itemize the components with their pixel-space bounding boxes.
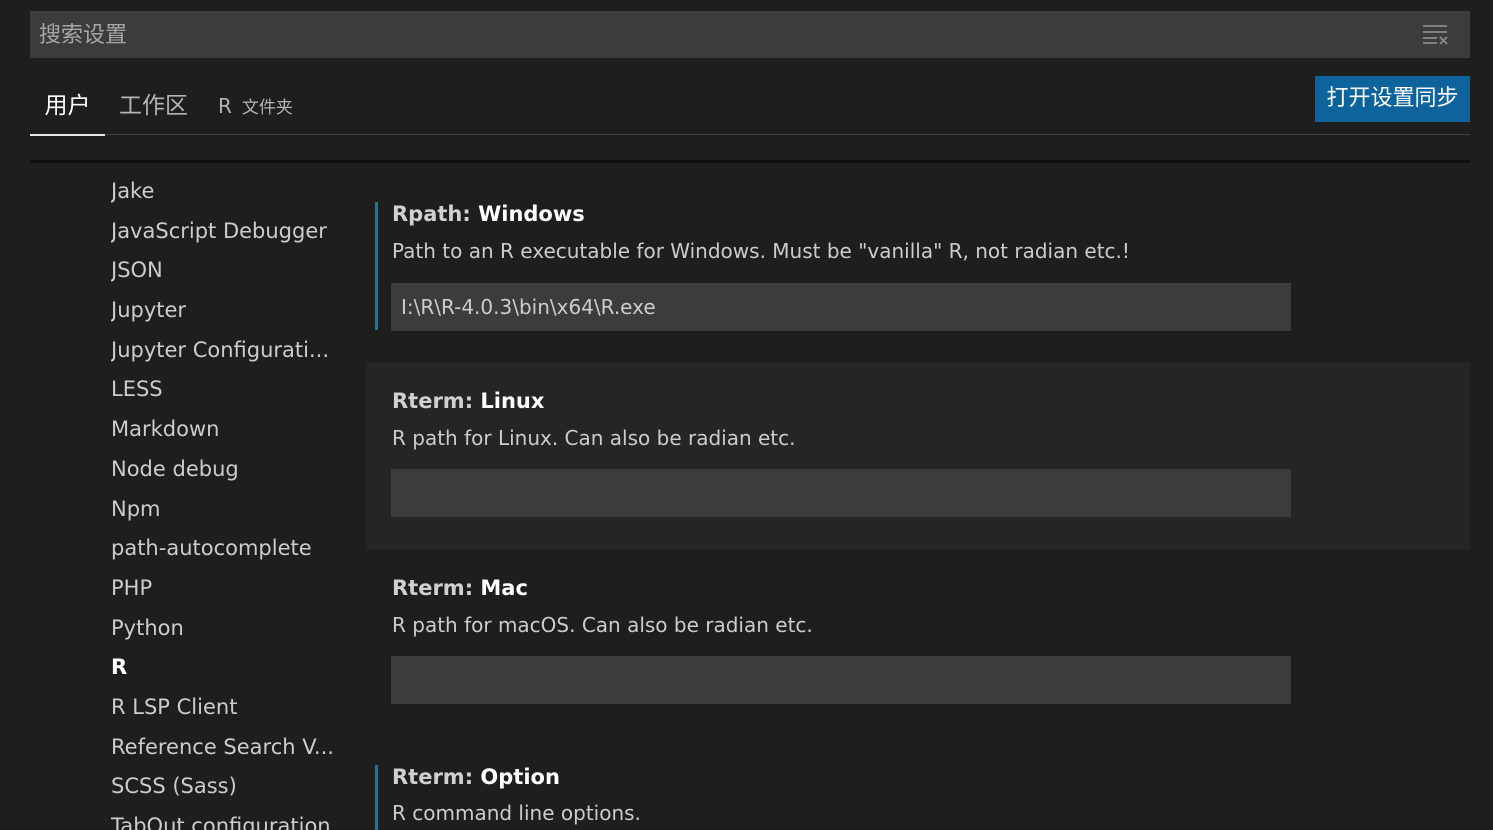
toc-item[interactable]: Npm xyxy=(111,490,351,530)
toc-item[interactable]: JSON xyxy=(111,251,351,291)
tab-workspace[interactable]: 工作区 xyxy=(119,88,188,134)
setting-label: Mac xyxy=(480,576,528,600)
setting-description: R path for Linux. Can also be radian etc… xyxy=(392,426,796,450)
settings-scope-tabs: 用户 工作区 R 文件夹 打开设置同步 xyxy=(30,76,1470,136)
settings-editor: 用户 工作区 R 文件夹 打开设置同步 JakeJavaScript Debugg… xyxy=(0,0,1493,830)
setting-title: Rterm: Mac xyxy=(392,576,528,600)
toc-item[interactable]: Jake xyxy=(111,172,351,212)
setting-title: Rterm: Linux xyxy=(392,389,544,413)
toc-item[interactable]: TabOut configuration xyxy=(111,807,351,830)
tab-folder-label: 文件夹 xyxy=(241,98,293,118)
setting-description: R path for macOS. Can also be radian etc… xyxy=(392,613,813,637)
rterm-linux-input[interactable] xyxy=(391,469,1291,517)
rterm-mac-input[interactable] xyxy=(391,656,1291,704)
setting-description: Path to an R executable for Windows. Mus… xyxy=(392,239,1130,263)
setting-title: Rpath: Windows xyxy=(392,202,585,226)
setting-rterm-linux: Rterm: Linux R path for Linux. Can also … xyxy=(366,362,1470,550)
setting-label: Option xyxy=(480,765,560,789)
setting-title: Rterm: Option xyxy=(392,765,560,789)
setting-rterm-option: Rterm: Option R command line options. xyxy=(366,765,1470,830)
toc-item[interactable]: path-autocomplete xyxy=(111,529,351,569)
settings-toc: Jake JavaScript Debugger JSON Jupyter Jupyte… xyxy=(111,172,351,830)
toc-item[interactable]: Jupyter xyxy=(111,291,351,331)
rpath-windows-input[interactable] xyxy=(391,283,1291,331)
search-settings-input[interactable] xyxy=(30,11,1421,60)
search-bar xyxy=(30,11,1470,60)
setting-description: R command line options. xyxy=(392,801,641,825)
tab-folder-name: R xyxy=(218,94,232,118)
toc-item[interactable]: PHP xyxy=(111,569,351,609)
setting-category: Rterm: xyxy=(392,765,481,789)
tab-user[interactable]: 用户 xyxy=(30,88,105,136)
toc-item[interactable]: Node debug xyxy=(111,450,351,490)
header-divider xyxy=(30,160,1470,163)
tab-folder[interactable]: R 文件夹 xyxy=(218,88,293,134)
setting-label: Linux xyxy=(480,389,545,413)
toc-item[interactable]: Jupyter Configurati... xyxy=(111,331,351,371)
modified-indicator xyxy=(375,765,378,830)
toc-item[interactable]: R LSP Client xyxy=(111,688,351,728)
toc-item[interactable]: LESS xyxy=(111,370,351,410)
open-settings-sync-button[interactable]: 打开设置同步 xyxy=(1315,76,1470,122)
toc-item[interactable]: SCSS (Sass) xyxy=(111,767,351,807)
modified-indicator xyxy=(375,202,378,330)
setting-category: Rterm: xyxy=(392,576,481,600)
toc-item[interactable]: JavaScript Debugger xyxy=(111,212,351,252)
toc-item[interactable]: R xyxy=(111,648,351,688)
clear-filter-icon[interactable] xyxy=(1422,23,1448,45)
setting-category: Rterm: xyxy=(392,389,481,413)
setting-label: Windows xyxy=(478,202,585,226)
setting-rpath-windows: Rpath: Windows Path to an R executable f… xyxy=(366,202,1470,332)
toc-item[interactable]: Markdown xyxy=(111,410,351,450)
setting-category: Rpath: xyxy=(392,202,479,226)
toc-item[interactable]: Python xyxy=(111,609,351,649)
toc-item[interactable]: Reference Search V... xyxy=(111,728,351,768)
setting-rterm-mac: Rterm: Mac R path for macOS. Can also be… xyxy=(366,576,1470,706)
